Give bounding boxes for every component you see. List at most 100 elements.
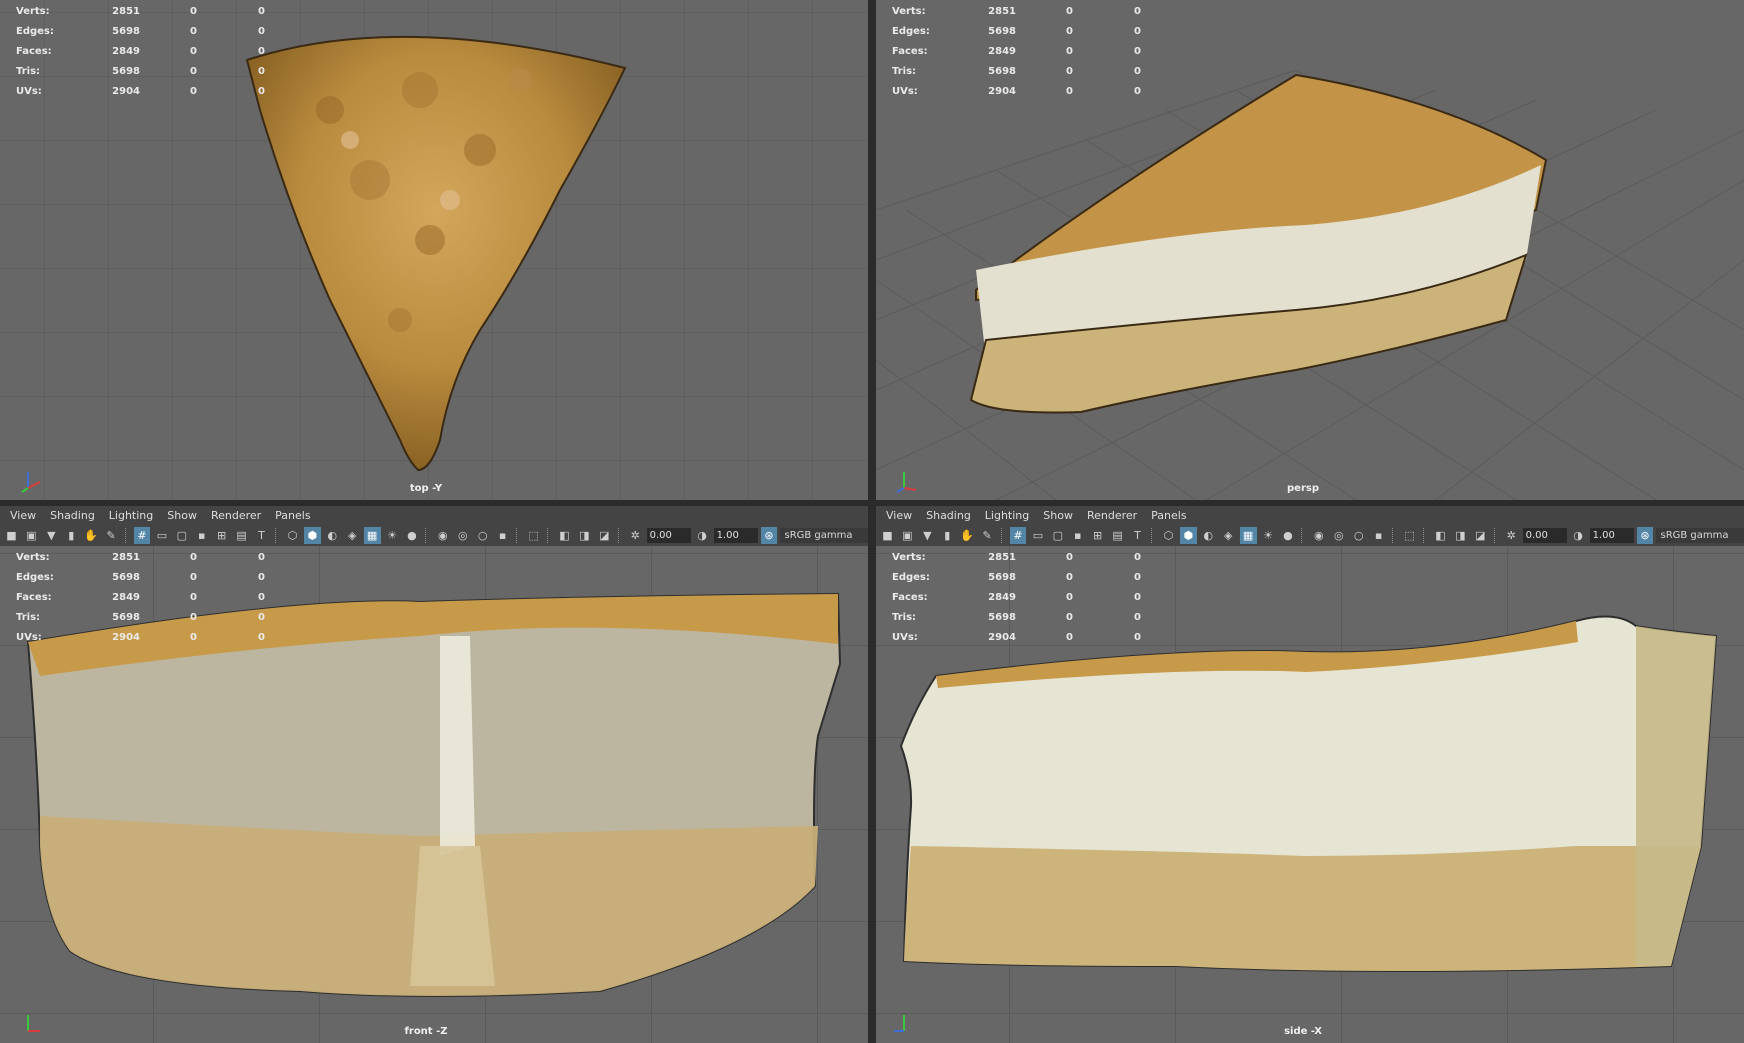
2d-pan-zoom-icon[interactable]: ✋ xyxy=(83,527,100,544)
camera-icon[interactable]: ■ xyxy=(879,527,896,544)
depth-of-field-icon[interactable]: ◪ xyxy=(596,527,613,544)
menu-renderer[interactable]: Renderer xyxy=(211,509,261,522)
isolate-select-icon[interactable]: ⬚ xyxy=(525,527,542,544)
grease-pencil-icon[interactable]: ✎ xyxy=(103,527,120,544)
wireframe-on-shaded-icon[interactable]: ◈ xyxy=(344,527,361,544)
ambient-occlusion-icon[interactable]: ▪ xyxy=(1370,527,1387,544)
textured-icon[interactable]: ▦ xyxy=(363,527,381,544)
gamma-field[interactable] xyxy=(713,528,758,543)
stat-value: 5698 xyxy=(988,66,1016,77)
shadows-icon[interactable]: ● xyxy=(403,527,420,544)
colorspace-select[interactable]: sRGB gamma xyxy=(1656,528,1744,543)
lights-icon[interactable]: ☀ xyxy=(384,527,401,544)
default-material-icon[interactable]: ◐ xyxy=(1200,527,1217,544)
gamma-icon[interactable]: ◑ xyxy=(1570,527,1587,544)
wireframe-icon[interactable]: ⬡ xyxy=(284,527,301,544)
gamma-icon[interactable]: ◑ xyxy=(694,527,711,544)
image-plane-icon[interactable]: ▮ xyxy=(63,527,80,544)
field-chart-icon[interactable]: ⊞ xyxy=(1089,527,1106,544)
camera-attributes-icon[interactable]: ▣ xyxy=(23,527,40,544)
xray-joints-icon[interactable]: ◎ xyxy=(1330,527,1347,544)
safe-title-icon[interactable]: T xyxy=(253,527,270,544)
menu-renderer[interactable]: Renderer xyxy=(1087,509,1137,522)
menu-view[interactable]: View xyxy=(886,509,912,522)
motion-blur-icon[interactable]: ◧ xyxy=(1432,527,1449,544)
stat-label: Faces: xyxy=(892,46,928,57)
viewport-top[interactable]: Verts: 2851 0 0 Edges: 5698 0 0 Faces: 2849 0 0 Tris… xyxy=(0,0,868,500)
motion-blur-icon[interactable]: ◧ xyxy=(556,527,573,544)
exposure-field[interactable] xyxy=(646,528,691,543)
xray-icon[interactable]: ◉ xyxy=(1310,527,1327,544)
stat-value: 0 xyxy=(190,632,197,643)
stat-row: UVs: 2904 0 0 xyxy=(884,628,1144,648)
camera-attributes-icon[interactable]: ▣ xyxy=(899,527,916,544)
film-gate-icon[interactable]: ▭ xyxy=(153,527,170,544)
camera-icon[interactable]: ■ xyxy=(3,527,20,544)
menu-view[interactable]: View xyxy=(10,509,36,522)
wireframe-icon[interactable]: ⬡ xyxy=(1160,527,1177,544)
gamma-field[interactable] xyxy=(1589,528,1634,543)
smooth-shade-icon[interactable]: ⬢ xyxy=(1179,527,1197,544)
xray-joints-icon[interactable]: ◎ xyxy=(454,527,471,544)
menu-lighting[interactable]: Lighting xyxy=(985,509,1029,522)
wireframe-on-shaded-icon[interactable]: ◈ xyxy=(1220,527,1237,544)
grid-icon[interactable]: # xyxy=(133,527,151,544)
textured-icon[interactable]: ▦ xyxy=(1239,527,1257,544)
safe-action-icon[interactable]: ▤ xyxy=(1109,527,1126,544)
menu-panels[interactable]: Panels xyxy=(1151,509,1186,522)
stat-value: 0 xyxy=(1134,572,1141,583)
bookmark-icon[interactable]: ▼ xyxy=(43,527,60,544)
depth-of-field-icon[interactable]: ◪ xyxy=(1472,527,1489,544)
resolution-gate-icon[interactable]: ▢ xyxy=(1049,527,1066,544)
shadows-icon[interactable]: ● xyxy=(1279,527,1296,544)
multisample-icon[interactable]: ◨ xyxy=(576,527,593,544)
stat-label: Verts: xyxy=(892,6,926,17)
image-plane-icon[interactable]: ▮ xyxy=(939,527,956,544)
gate-mask-icon[interactable]: ▪ xyxy=(193,527,210,544)
viewport-persp[interactable]: Verts: 2851 0 0 Edges: 5698 0 0 Faces: 2849 0 0 Tris… xyxy=(876,0,1744,500)
menu-lighting[interactable]: Lighting xyxy=(109,509,153,522)
poly-count-hud: Verts: 2851 0 0 Edges: 5698 0 0 Faces: 2849 0 0 Tris… xyxy=(8,2,268,102)
menu-show[interactable]: Show xyxy=(167,509,197,522)
colorspace-select[interactable]: sRGB gamma xyxy=(780,528,869,543)
safe-title-icon[interactable]: T xyxy=(1129,527,1146,544)
grid-icon[interactable]: # xyxy=(1009,527,1027,544)
ambient-occlusion-icon[interactable]: ▪ xyxy=(494,527,511,544)
stat-row: Edges: 5698 0 0 xyxy=(8,568,268,588)
gate-mask-icon[interactable]: ▪ xyxy=(1069,527,1086,544)
stat-label: Verts: xyxy=(892,552,926,563)
color-management-icon[interactable]: ⊛ xyxy=(760,527,778,544)
viewport-side[interactable]: Verts: 2851 0 0 Edges: 5698 0 0 Faces: 2849 0 0 Tris… xyxy=(876,546,1744,1043)
menu-show[interactable]: Show xyxy=(1043,509,1073,522)
exposure-field[interactable] xyxy=(1522,528,1567,543)
default-material-icon[interactable]: ◐ xyxy=(324,527,341,544)
stat-label: UVs: xyxy=(892,632,918,643)
smooth-shade-icon[interactable]: ⬢ xyxy=(303,527,321,544)
isolate-select-icon[interactable]: ⬚ xyxy=(1401,527,1418,544)
menu-panels[interactable]: Panels xyxy=(275,509,310,522)
menu-shading[interactable]: Shading xyxy=(926,509,971,522)
exposure-icon[interactable]: ✲ xyxy=(627,527,644,544)
film-gate-icon[interactable]: ▭ xyxy=(1029,527,1046,544)
viewport-front[interactable]: Verts: 2851 0 0 Edges: 5698 0 0 Faces: 2849 0 0 Tris… xyxy=(0,546,868,1043)
bookmark-icon[interactable]: ▼ xyxy=(919,527,936,544)
xray-components-icon[interactable]: ○ xyxy=(474,527,491,544)
xray-icon[interactable]: ◉ xyxy=(434,527,451,544)
field-chart-icon[interactable]: ⊞ xyxy=(213,527,230,544)
color-management-icon[interactable]: ⊛ xyxy=(1636,527,1654,544)
stat-label: Verts: xyxy=(16,552,50,563)
safe-action-icon[interactable]: ▤ xyxy=(233,527,250,544)
stat-label: Tris: xyxy=(892,66,917,77)
stat-value: 5698 xyxy=(988,612,1016,623)
2d-pan-zoom-icon[interactable]: ✋ xyxy=(959,527,976,544)
stat-value: 0 xyxy=(1066,26,1073,37)
menu-shading[interactable]: Shading xyxy=(50,509,95,522)
resolution-gate-icon[interactable]: ▢ xyxy=(173,527,190,544)
xray-components-icon[interactable]: ○ xyxy=(1350,527,1367,544)
lights-icon[interactable]: ☀ xyxy=(1260,527,1277,544)
stat-label: Faces: xyxy=(892,592,928,603)
multisample-icon[interactable]: ◨ xyxy=(1452,527,1469,544)
stat-value: 0 xyxy=(1134,26,1141,37)
exposure-icon[interactable]: ✲ xyxy=(1503,527,1520,544)
grease-pencil-icon[interactable]: ✎ xyxy=(979,527,996,544)
